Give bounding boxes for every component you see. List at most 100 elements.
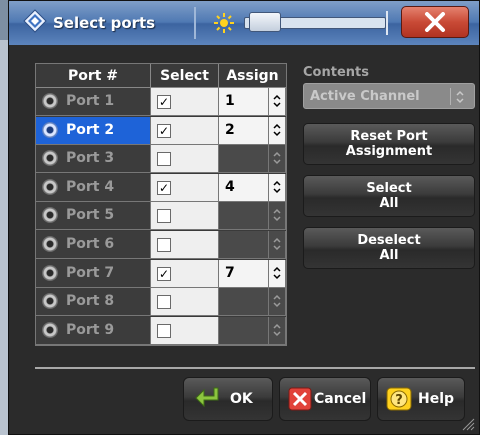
close-icon	[425, 12, 445, 32]
assign-value: 2	[225, 121, 235, 138]
title-separator	[194, 7, 196, 39]
diamond-app-icon	[23, 9, 47, 33]
port-label: Port 2	[66, 121, 115, 138]
help-button[interactable]: ? Help	[377, 377, 465, 421]
select-all-button[interactable]: Select All	[303, 175, 475, 217]
port-label: Port 6	[66, 236, 115, 252]
table-row[interactable]: Port 5	[36, 202, 286, 231]
port-label: Port 7	[66, 264, 115, 281]
brightness-slider-thumb[interactable]	[249, 12, 281, 32]
ok-button[interactable]: OK	[183, 377, 273, 421]
select-all-line2: All	[379, 196, 399, 211]
ok-label: OK	[230, 391, 253, 407]
port-connector-icon	[42, 236, 58, 252]
select-cell: ✓	[151, 88, 219, 116]
dropdown-separator	[450, 88, 451, 105]
select-checkbox[interactable]: ✓	[157, 95, 171, 109]
assign-value: 4	[225, 178, 235, 195]
deselect-all-button[interactable]: Deselect All	[303, 227, 475, 269]
cancel-label: Cancel	[314, 391, 367, 407]
table-row[interactable]: Port 9	[36, 316, 286, 345]
port-label: Port 3	[66, 150, 115, 167]
assign-spinner[interactable]	[268, 202, 285, 230]
port-cell[interactable]: Port 7	[36, 259, 151, 288]
reset-port-assignment-button[interactable]: Reset Port Assignment	[303, 123, 475, 165]
contents-dropdown[interactable]: Active Channel	[303, 83, 475, 109]
assign-spinner[interactable]	[268, 145, 285, 173]
chevron-updown-icon	[273, 295, 281, 308]
select-cell	[151, 202, 219, 231]
header-select[interactable]: Select	[151, 64, 219, 88]
port-connector-icon	[42, 293, 58, 310]
assign-spinner[interactable]	[268, 88, 285, 115]
dialog-title: Select ports	[53, 14, 156, 32]
table-row[interactable]: Port 3	[36, 145, 286, 174]
cancel-button[interactable]: Cancel	[279, 377, 371, 421]
port-table: Port # Select Assign Port 1 ✓ 1 Port 2 ✓ 2 Por…	[35, 63, 287, 346]
port-cell[interactable]: Port 5	[36, 202, 151, 231]
select-checkbox[interactable]	[157, 238, 171, 252]
reset-label-line1: Reset Port	[350, 129, 428, 144]
help-label: Help	[418, 391, 455, 407]
port-label: Port 4	[66, 178, 115, 195]
port-cell[interactable]: Port 8	[36, 288, 151, 317]
port-cell[interactable]: Port 3	[36, 145, 151, 174]
title-bar[interactable]: Select ports	[9, 1, 479, 45]
assign-cell[interactable]: 2	[219, 116, 286, 145]
footer-divider	[35, 367, 475, 369]
assign-spinner[interactable]	[268, 173, 285, 201]
assign-cell[interactable]: 7	[219, 259, 286, 288]
port-cell[interactable]: Port 9	[36, 316, 151, 345]
select-checkbox[interactable]: ✓	[157, 123, 171, 138]
assign-spinner[interactable]	[268, 288, 285, 316]
table-row[interactable]: Port 8	[36, 288, 286, 317]
resize-grip-icon[interactable]	[461, 417, 475, 431]
port-label: Port 1	[66, 93, 115, 109]
port-cell[interactable]: Port 1	[36, 88, 151, 116]
assign-cell[interactable]: 1	[219, 88, 286, 116]
port-connector-icon	[42, 121, 58, 138]
assign-value: 1	[225, 93, 235, 109]
table-row[interactable]: Port 2 ✓ 2	[36, 116, 286, 145]
port-cell[interactable]: Port 4	[36, 173, 151, 202]
assign-spinner[interactable]	[268, 231, 285, 258]
port-cell[interactable]: Port 6	[36, 231, 151, 259]
select-cell	[151, 231, 219, 259]
table-row[interactable]: Port 1 ✓ 1	[36, 88, 286, 116]
assign-cell[interactable]	[219, 202, 286, 231]
select-checkbox[interactable]: ✓	[157, 266, 171, 281]
assign-spinner[interactable]	[268, 316, 285, 344]
table-row[interactable]: Port 7 ✓ 7	[36, 259, 286, 288]
assign-cell[interactable]: 4	[219, 173, 286, 202]
select-ports-dialog: Select ports Port # Select Assign Port 1…	[8, 0, 480, 435]
port-label: Port 8	[66, 293, 115, 310]
header-port[interactable]: Port #	[36, 64, 151, 88]
port-label: Port 9	[66, 321, 115, 338]
assign-cell[interactable]	[219, 288, 286, 317]
assign-spinner[interactable]	[268, 116, 285, 144]
table-row[interactable]: Port 4 ✓ 4	[36, 173, 286, 202]
port-cell[interactable]: Port 2	[36, 116, 151, 145]
select-cell: ✓	[151, 259, 219, 288]
chevron-updown-icon	[273, 237, 281, 251]
contents-label: Contents	[303, 65, 369, 80]
select-checkbox[interactable]	[157, 323, 171, 338]
assign-cell[interactable]	[219, 145, 286, 174]
assign-cell[interactable]	[219, 231, 286, 259]
assign-cell[interactable]	[219, 316, 286, 345]
table-row[interactable]: Port 6	[36, 231, 286, 259]
close-button[interactable]	[401, 6, 469, 38]
select-checkbox[interactable]: ✓	[157, 180, 171, 195]
select-all-line1: Select	[366, 181, 412, 196]
select-checkbox[interactable]	[157, 295, 171, 310]
header-assign[interactable]: Assign	[219, 64, 286, 88]
select-cell	[151, 145, 219, 174]
table-header: Port # Select Assign	[36, 64, 286, 88]
select-cell: ✓	[151, 116, 219, 145]
reset-label-line2: Assignment	[345, 144, 433, 159]
select-checkbox[interactable]	[157, 152, 171, 167]
select-cell	[151, 288, 219, 317]
select-checkbox[interactable]	[157, 209, 171, 224]
assign-spinner[interactable]	[268, 259, 285, 287]
chevron-updown-icon	[273, 266, 281, 279]
